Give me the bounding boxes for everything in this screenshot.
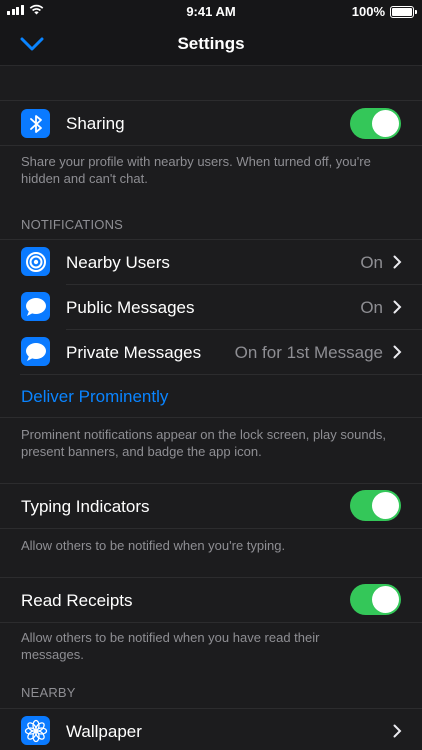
battery-icon: [390, 5, 417, 18]
read-receipts-row: Read Receipts: [0, 578, 422, 622]
notifications-footer: Prominent notifications appear on the lo…: [21, 427, 386, 459]
list-item-value: On: [360, 253, 383, 272]
chevron-right-icon: [393, 345, 402, 359]
flower-icon: [21, 716, 50, 745]
nav-bar: Settings: [0, 22, 422, 66]
typing-footer: Allow others to be notified when you're …: [21, 538, 286, 553]
typing-indicators-row: Typing Indicators: [0, 484, 422, 528]
wallpaper-label: Wallpaper: [66, 722, 142, 741]
divider: [0, 417, 422, 418]
deliver-prominently-row[interactable]: Deliver Prominently: [0, 375, 422, 417]
read-receipts-toggle[interactable]: [350, 584, 401, 615]
chevron-right-icon: [393, 300, 402, 314]
notifications-header: NOTIFICATIONS: [21, 217, 124, 232]
nearby-header: NEARBY: [21, 685, 76, 700]
battery-percent: 100%: [351, 4, 385, 19]
chat-bubble-icon: [21, 292, 50, 321]
divider: [0, 528, 422, 529]
page-title: Settings: [177, 34, 245, 53]
notification-row-nearby-users[interactable]: Nearby Users On: [0, 240, 422, 284]
status-bar: 9:41 AM 100%: [0, 0, 422, 22]
receipts-footer: Allow others to be notified when you hav…: [21, 630, 320, 662]
divider: [0, 622, 422, 623]
list-item-label: Public Messages: [66, 298, 195, 317]
status-right: 100%: [351, 4, 417, 19]
list-item-value: On for 1st Message: [234, 343, 383, 362]
read-receipts-label: Read Receipts: [21, 591, 133, 610]
wallpaper-row[interactable]: Wallpaper: [0, 709, 422, 750]
typing-indicators-toggle[interactable]: [350, 490, 401, 521]
list-item-value: On: [360, 298, 383, 317]
divider: [0, 145, 422, 146]
typing-indicators-label: Typing Indicators: [21, 497, 150, 516]
chevron-right-icon: [393, 724, 402, 738]
sharing-toggle[interactable]: [350, 108, 401, 139]
target-icon: [21, 247, 50, 276]
list-item-label: Private Messages: [66, 343, 202, 362]
chevron-right-icon: [393, 255, 402, 269]
list-item-label: Nearby Users: [66, 253, 170, 272]
notification-row-public-messages[interactable]: Public Messages On: [0, 285, 422, 329]
sharing-footer: Share your profile with nearby users. Wh…: [21, 154, 371, 186]
sharing-row: Sharing: [0, 101, 422, 145]
sharing-label: Sharing: [66, 114, 125, 133]
deliver-prominently-link[interactable]: Deliver Prominently: [21, 387, 168, 407]
bluetooth-icon: [21, 109, 50, 138]
chat-bubble-icon: [21, 337, 50, 366]
notification-row-private-messages[interactable]: Private Messages On for 1st Message: [0, 330, 422, 374]
